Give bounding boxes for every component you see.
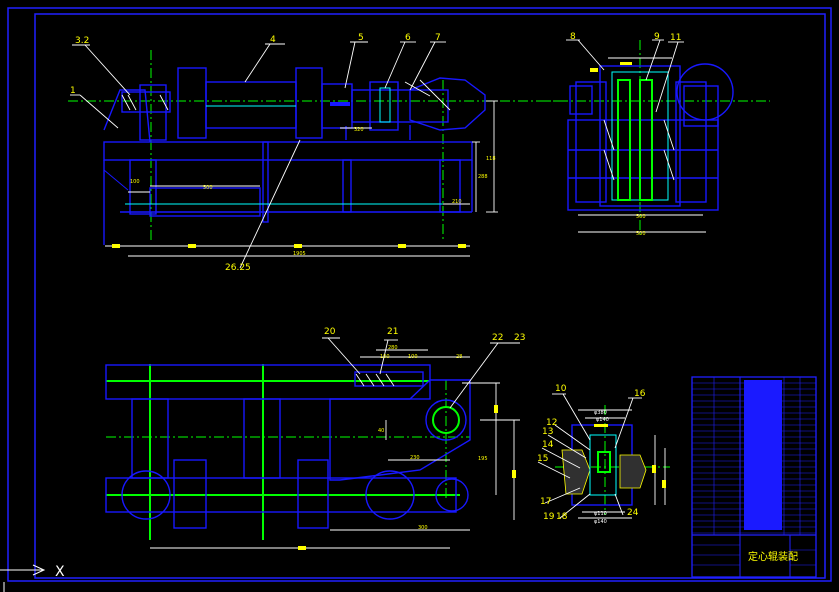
part-label-14: 14 — [542, 440, 554, 450]
dim-text: 288 — [478, 174, 488, 180]
part-label-19: 19 — [543, 512, 555, 522]
part-label-1: 1 — [70, 86, 76, 96]
part-label-13: 13 — [542, 427, 553, 437]
front-view — [68, 41, 560, 269]
part-label-10: 10 — [555, 384, 567, 394]
dim-text: φ110 — [594, 511, 607, 517]
dim-text: 210 — [452, 199, 462, 205]
part-label-23: 23 — [514, 333, 525, 343]
side-view — [540, 39, 770, 235]
dim-text: φ140 — [596, 417, 609, 423]
dim-text: 280 — [388, 345, 398, 351]
dim-text: 195 — [478, 456, 488, 462]
part-label-8: 8 — [570, 32, 576, 42]
dim-text: 500 — [636, 231, 646, 237]
part-label-9: 9 — [654, 32, 660, 42]
ucs-x-label: X — [55, 564, 65, 580]
cad-drawing-canvas[interactable]: 定心辊装配 3.2 1 4 5 6 7 8 9 11 26.25 20 21 2… — [0, 0, 839, 592]
part-label-4: 4 — [270, 35, 276, 45]
part-label-11: 11 — [670, 33, 681, 43]
part-label-26-25: 26.25 — [225, 263, 251, 273]
dim-text: 1905 — [293, 251, 306, 257]
dim-text: 100 — [408, 354, 418, 360]
dim-text: 100 — [380, 354, 390, 360]
dim-text: φ380 — [594, 410, 607, 416]
part-label-18: 18 — [556, 512, 568, 522]
dim-text: 300 — [418, 525, 428, 531]
dim-text: 230 — [410, 455, 420, 461]
title-block: 定心辊装配 — [691, 376, 817, 578]
part-label-17: 17 — [540, 497, 551, 507]
dim-text: 40 — [378, 428, 384, 434]
part-label-20: 20 — [324, 327, 336, 337]
dim-text: 100 — [130, 179, 140, 185]
dim-text: 500 — [203, 185, 213, 191]
dim-text: φ140 — [594, 519, 607, 525]
part-label-24: 24 — [627, 508, 639, 518]
part-label-3-2: 3.2 — [75, 36, 89, 46]
dim-text: 118 — [486, 156, 496, 162]
dim-text: 28 — [456, 354, 462, 360]
ucs-icon: X — [0, 564, 65, 592]
plan-view — [105, 337, 520, 550]
title-block-name: 定心辊装配 — [748, 550, 798, 563]
part-label-5: 5 — [358, 33, 364, 43]
part-label-7: 7 — [435, 33, 441, 43]
dim-text: 500 — [636, 214, 646, 220]
part-label-16: 16 — [634, 389, 646, 399]
part-label-6: 6 — [405, 33, 411, 43]
part-label-22: 22 — [492, 333, 503, 343]
part-label-15: 15 — [537, 454, 548, 464]
part-label-21: 21 — [387, 327, 398, 337]
dim-text: 320 — [354, 127, 364, 133]
